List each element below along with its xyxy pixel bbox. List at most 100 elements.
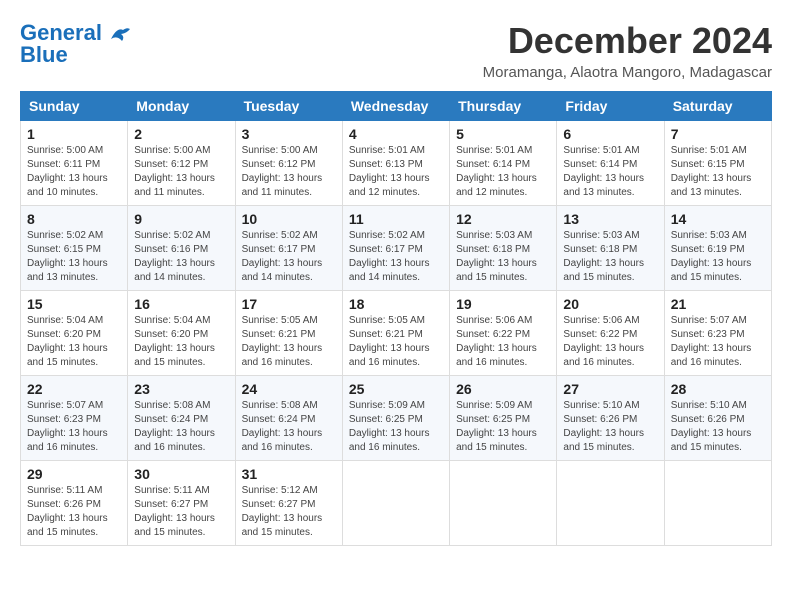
calendar-day-cell: 3 Sunrise: 5:00 AMSunset: 6:12 PMDayligh… (235, 121, 342, 206)
day-info: Sunrise: 5:06 AMSunset: 6:22 PMDaylight:… (563, 314, 657, 370)
calendar-day-header: Saturday (664, 92, 771, 121)
month-title: December 2024 (483, 20, 772, 62)
calendar-day-cell: 1 Sunrise: 5:00 AMSunset: 6:11 PMDayligh… (21, 121, 128, 206)
calendar-day-cell: 13 Sunrise: 5:03 AMSunset: 6:18 PMDaylig… (557, 206, 664, 291)
calendar-day-cell: 5 Sunrise: 5:01 AMSunset: 6:14 PMDayligh… (450, 121, 557, 206)
calendar-day-cell: 2 Sunrise: 5:00 AMSunset: 6:12 PMDayligh… (128, 121, 235, 206)
day-number: 15 (27, 296, 121, 312)
calendar-day-cell: 10 Sunrise: 5:02 AMSunset: 6:17 PMDaylig… (235, 206, 342, 291)
day-number: 9 (134, 211, 228, 227)
day-number: 10 (242, 211, 336, 227)
calendar-day-cell: 21 Sunrise: 5:07 AMSunset: 6:23 PMDaylig… (664, 291, 771, 376)
day-number: 22 (27, 381, 121, 397)
calendar-day-cell: 27 Sunrise: 5:10 AMSunset: 6:26 PMDaylig… (557, 376, 664, 461)
day-number: 12 (456, 211, 550, 227)
day-number: 30 (134, 466, 228, 482)
calendar-day-cell: 26 Sunrise: 5:09 AMSunset: 6:25 PMDaylig… (450, 376, 557, 461)
calendar-day-cell (557, 461, 664, 546)
day-number: 8 (27, 211, 121, 227)
day-info: Sunrise: 5:11 AMSunset: 6:27 PMDaylight:… (134, 484, 228, 540)
day-number: 18 (349, 296, 443, 312)
day-info: Sunrise: 5:02 AMSunset: 6:17 PMDaylight:… (349, 229, 443, 285)
calendar-day-cell: 19 Sunrise: 5:06 AMSunset: 6:22 PMDaylig… (450, 291, 557, 376)
day-info: Sunrise: 5:12 AMSunset: 6:27 PMDaylight:… (242, 484, 336, 540)
day-info: Sunrise: 5:00 AMSunset: 6:11 PMDaylight:… (27, 144, 121, 200)
day-number: 26 (456, 381, 550, 397)
day-info: Sunrise: 5:03 AMSunset: 6:18 PMDaylight:… (563, 229, 657, 285)
day-number: 31 (242, 466, 336, 482)
calendar-day-cell (342, 461, 449, 546)
calendar-day-cell: 29 Sunrise: 5:11 AMSunset: 6:26 PMDaylig… (21, 461, 128, 546)
calendar-day-cell (450, 461, 557, 546)
calendar-day-cell: 25 Sunrise: 5:09 AMSunset: 6:25 PMDaylig… (342, 376, 449, 461)
calendar-day-cell: 14 Sunrise: 5:03 AMSunset: 6:19 PMDaylig… (664, 206, 771, 291)
day-info: Sunrise: 5:01 AMSunset: 6:14 PMDaylight:… (456, 144, 550, 200)
day-info: Sunrise: 5:00 AMSunset: 6:12 PMDaylight:… (134, 144, 228, 200)
logo: General Blue (20, 20, 131, 68)
day-info: Sunrise: 5:01 AMSunset: 6:14 PMDaylight:… (563, 144, 657, 200)
day-info: Sunrise: 5:02 AMSunset: 6:15 PMDaylight:… (27, 229, 121, 285)
day-number: 13 (563, 211, 657, 227)
day-info: Sunrise: 5:08 AMSunset: 6:24 PMDaylight:… (242, 399, 336, 455)
day-number: 11 (349, 211, 443, 227)
day-info: Sunrise: 5:04 AMSunset: 6:20 PMDaylight:… (27, 314, 121, 370)
calendar-day-cell: 31 Sunrise: 5:12 AMSunset: 6:27 PMDaylig… (235, 461, 342, 546)
day-number: 14 (671, 211, 765, 227)
page-header: General Blue December 2024 Moramanga, Al… (20, 20, 772, 81)
calendar-day-header: Thursday (450, 92, 557, 121)
day-number: 20 (563, 296, 657, 312)
calendar-day-header: Sunday (21, 92, 128, 121)
day-number: 7 (671, 126, 765, 142)
day-number: 19 (456, 296, 550, 312)
day-number: 6 (563, 126, 657, 142)
day-number: 5 (456, 126, 550, 142)
day-number: 17 (242, 296, 336, 312)
calendar-day-cell: 17 Sunrise: 5:05 AMSunset: 6:21 PMDaylig… (235, 291, 342, 376)
day-info: Sunrise: 5:02 AMSunset: 6:16 PMDaylight:… (134, 229, 228, 285)
day-info: Sunrise: 5:01 AMSunset: 6:13 PMDaylight:… (349, 144, 443, 200)
calendar-day-cell: 20 Sunrise: 5:06 AMSunset: 6:22 PMDaylig… (557, 291, 664, 376)
day-info: Sunrise: 5:08 AMSunset: 6:24 PMDaylight:… (134, 399, 228, 455)
day-info: Sunrise: 5:10 AMSunset: 6:26 PMDaylight:… (563, 399, 657, 455)
calendar-day-cell: 6 Sunrise: 5:01 AMSunset: 6:14 PMDayligh… (557, 121, 664, 206)
calendar-day-cell: 4 Sunrise: 5:01 AMSunset: 6:13 PMDayligh… (342, 121, 449, 206)
calendar-day-cell: 8 Sunrise: 5:02 AMSunset: 6:15 PMDayligh… (21, 206, 128, 291)
calendar-day-cell: 23 Sunrise: 5:08 AMSunset: 6:24 PMDaylig… (128, 376, 235, 461)
day-number: 21 (671, 296, 765, 312)
title-section: December 2024 Moramanga, Alaotra Mangoro… (483, 20, 772, 81)
calendar-day-cell: 24 Sunrise: 5:08 AMSunset: 6:24 PMDaylig… (235, 376, 342, 461)
day-info: Sunrise: 5:02 AMSunset: 6:17 PMDaylight:… (242, 229, 336, 285)
day-info: Sunrise: 5:05 AMSunset: 6:21 PMDaylight:… (242, 314, 336, 370)
day-number: 1 (27, 126, 121, 142)
calendar-day-cell: 30 Sunrise: 5:11 AMSunset: 6:27 PMDaylig… (128, 461, 235, 546)
calendar-day-cell: 9 Sunrise: 5:02 AMSunset: 6:16 PMDayligh… (128, 206, 235, 291)
calendar-day-header: Tuesday (235, 92, 342, 121)
calendar-day-cell: 16 Sunrise: 5:04 AMSunset: 6:20 PMDaylig… (128, 291, 235, 376)
calendar-day-cell: 18 Sunrise: 5:05 AMSunset: 6:21 PMDaylig… (342, 291, 449, 376)
day-info: Sunrise: 5:06 AMSunset: 6:22 PMDaylight:… (456, 314, 550, 370)
day-info: Sunrise: 5:09 AMSunset: 6:25 PMDaylight:… (456, 399, 550, 455)
calendar-week-row: 15 Sunrise: 5:04 AMSunset: 6:20 PMDaylig… (21, 291, 772, 376)
calendar-week-row: 22 Sunrise: 5:07 AMSunset: 6:23 PMDaylig… (21, 376, 772, 461)
day-number: 23 (134, 381, 228, 397)
day-info: Sunrise: 5:07 AMSunset: 6:23 PMDaylight:… (671, 314, 765, 370)
day-info: Sunrise: 5:03 AMSunset: 6:18 PMDaylight:… (456, 229, 550, 285)
calendar-day-cell: 7 Sunrise: 5:01 AMSunset: 6:15 PMDayligh… (664, 121, 771, 206)
calendar-day-cell: 11 Sunrise: 5:02 AMSunset: 6:17 PMDaylig… (342, 206, 449, 291)
day-number: 4 (349, 126, 443, 142)
calendar-day-header: Monday (128, 92, 235, 121)
location-title: Moramanga, Alaotra Mangoro, Madagascar (483, 64, 772, 81)
day-number: 2 (134, 126, 228, 142)
day-info: Sunrise: 5:11 AMSunset: 6:26 PMDaylight:… (27, 484, 121, 540)
calendar-day-cell: 15 Sunrise: 5:04 AMSunset: 6:20 PMDaylig… (21, 291, 128, 376)
day-number: 24 (242, 381, 336, 397)
calendar-week-row: 29 Sunrise: 5:11 AMSunset: 6:26 PMDaylig… (21, 461, 772, 546)
day-number: 27 (563, 381, 657, 397)
calendar-week-row: 1 Sunrise: 5:00 AMSunset: 6:11 PMDayligh… (21, 121, 772, 206)
calendar-table: SundayMondayTuesdayWednesdayThursdayFrid… (20, 91, 772, 546)
day-number: 16 (134, 296, 228, 312)
day-number: 28 (671, 381, 765, 397)
day-info: Sunrise: 5:07 AMSunset: 6:23 PMDaylight:… (27, 399, 121, 455)
day-info: Sunrise: 5:03 AMSunset: 6:19 PMDaylight:… (671, 229, 765, 285)
logo-blue-text: Blue (20, 42, 68, 68)
